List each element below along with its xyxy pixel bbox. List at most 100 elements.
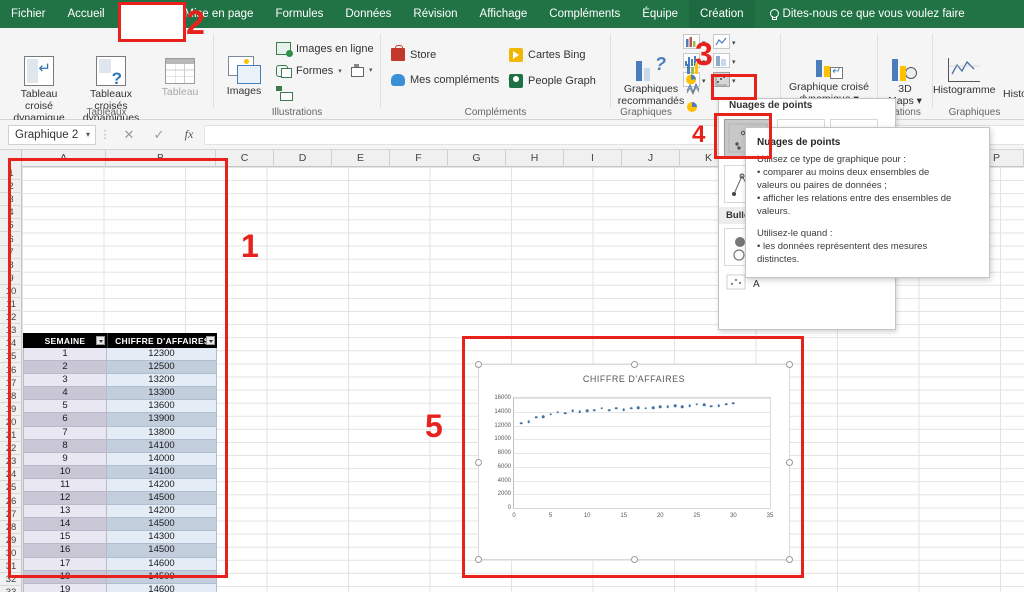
- table-header-semaine[interactable]: SEMAINE: [23, 333, 107, 348]
- row-header[interactable]: 7: [0, 246, 22, 259]
- line-chart-caret-icon[interactable]: ▾: [732, 39, 736, 47]
- screenshot-button[interactable]: ▾: [351, 64, 373, 77]
- tab-fichier[interactable]: Fichier: [0, 0, 57, 28]
- row-header[interactable]: 30: [0, 547, 22, 560]
- tab-equipe[interactable]: Équipe: [631, 0, 689, 28]
- row-header[interactable]: 10: [0, 285, 22, 298]
- table-cell-semaine[interactable]: 8: [23, 439, 107, 453]
- table-row[interactable]: 9 14000: [23, 452, 218, 466]
- table-cell-semaine[interactable]: 9: [23, 452, 107, 466]
- table-button[interactable]: Tableau: [152, 58, 208, 98]
- table-row[interactable]: 15 14300: [23, 531, 218, 545]
- row-header[interactable]: 25: [0, 481, 22, 495]
- resize-handle-w[interactable]: [475, 459, 482, 466]
- table-cell-ca[interactable]: 13800: [107, 426, 217, 440]
- table-cell-semaine[interactable]: 19: [23, 583, 107, 592]
- row-header[interactable]: 22: [0, 442, 22, 456]
- table-cell-semaine[interactable]: 11: [23, 478, 107, 493]
- table-row[interactable]: 13 14200: [23, 505, 218, 519]
- resize-handle-n[interactable]: [631, 361, 638, 368]
- column-header-F[interactable]: F: [390, 150, 448, 167]
- hierarchy-chart-caret-icon[interactable]: ▾: [732, 58, 736, 66]
- resize-handle-nw[interactable]: [475, 361, 482, 368]
- resize-handle-se[interactable]: [786, 556, 793, 563]
- tab-affichage[interactable]: Affichage: [469, 0, 539, 28]
- confirm-formula-button[interactable]: ✓: [144, 127, 174, 143]
- column-header-H[interactable]: H: [506, 150, 564, 167]
- table-cell-semaine[interactable]: 14: [23, 518, 107, 532]
- table-cell-ca[interactable]: 12500: [107, 361, 217, 375]
- table-row[interactable]: 4 13300: [23, 387, 218, 401]
- row-header[interactable]: 31: [0, 560, 22, 574]
- column-header-E[interactable]: E: [332, 150, 390, 167]
- table-cell-semaine[interactable]: 10: [23, 465, 107, 479]
- table-row[interactable]: 16 14500: [23, 544, 218, 558]
- table-cell-ca[interactable]: 13600: [107, 400, 217, 414]
- table-row[interactable]: 19 14600: [23, 583, 218, 592]
- table-header-ca[interactable]: CHIFFRE D'AFFAIRES: [107, 333, 217, 348]
- hierarchy-chart-icon[interactable]: [713, 53, 730, 68]
- table-cell-ca[interactable]: 14000: [107, 452, 217, 466]
- area-chart-icon[interactable]: [686, 81, 704, 100]
- table-cell-semaine[interactable]: 2: [23, 361, 107, 375]
- inserted-chart[interactable]: CHIFFRE D'AFFAIRES 0 2000 4000 6000 8000 1000…: [475, 361, 793, 563]
- tab-formules[interactable]: Formules: [264, 0, 334, 28]
- column-header-B[interactable]: B: [106, 150, 216, 167]
- table-cell-semaine[interactable]: 18: [23, 570, 107, 584]
- row-header[interactable]: 5: [0, 219, 22, 233]
- table-cell-ca[interactable]: 14200: [107, 478, 217, 493]
- table-cell-semaine[interactable]: 6: [23, 413, 107, 427]
- tab-accueil[interactable]: Accueil: [57, 0, 116, 28]
- table-cell-semaine[interactable]: 12: [23, 492, 107, 506]
- table-row[interactable]: 10 14100: [23, 465, 218, 479]
- tab-creation[interactable]: Création: [689, 0, 755, 28]
- row-header[interactable]: 1: [0, 167, 22, 181]
- row-header[interactable]: 11: [0, 298, 22, 312]
- table-row[interactable]: 6 13900: [23, 413, 218, 427]
- table-cell-semaine[interactable]: 4: [23, 387, 107, 401]
- row-header[interactable]: 15: [0, 350, 22, 364]
- scatter-chart-caret-icon[interactable]: ▾: [732, 77, 736, 85]
- name-box[interactable]: Graphique 2 ▾: [8, 124, 96, 145]
- table-row[interactable]: 3 13200: [23, 374, 218, 388]
- name-box-caret-icon[interactable]: ▾: [86, 130, 95, 139]
- table-cell-semaine[interactable]: 17: [23, 557, 107, 571]
- table-cell-semaine[interactable]: 7: [23, 426, 107, 440]
- pictures-button[interactable]: Images: [218, 56, 270, 97]
- table-cell-ca[interactable]: 14500: [107, 492, 217, 506]
- table-cell-ca[interactable]: 13200: [107, 374, 217, 388]
- shapes-caret-icon[interactable]: ▾: [338, 67, 342, 75]
- table-cell-ca[interactable]: 14500: [107, 544, 217, 558]
- table-cell-semaine[interactable]: 16: [23, 544, 107, 558]
- resize-handle-s[interactable]: [631, 556, 638, 563]
- resize-handle-sw[interactable]: [475, 556, 482, 563]
- row-header[interactable]: 4: [0, 206, 22, 220]
- store-button[interactable]: Store: [391, 45, 436, 61]
- table-cell-ca[interactable]: 13300: [107, 387, 217, 401]
- table-row[interactable]: 18 14500: [23, 570, 218, 584]
- table-cell-ca[interactable]: 14100: [107, 439, 217, 453]
- table-cell-ca[interactable]: 14600: [107, 583, 217, 592]
- row-header[interactable]: 9: [0, 272, 22, 285]
- online-pictures-button[interactable]: Images en ligne: [276, 42, 374, 57]
- people-graph-button[interactable]: People Graph: [509, 74, 596, 88]
- select-all-corner[interactable]: [0, 150, 22, 167]
- table-row[interactable]: 5 13600: [23, 400, 218, 414]
- row-header[interactable]: 29: [0, 534, 22, 547]
- combo-chart-icon[interactable]: [686, 100, 704, 119]
- shapes-button[interactable]: Formes ▾: [276, 64, 342, 78]
- table-cell-ca[interactable]: 14500: [107, 570, 217, 584]
- sparkline-column-button[interactable]: Histo: [995, 58, 1024, 100]
- table-row[interactable]: 14 14500: [23, 518, 218, 532]
- row-header[interactable]: 26: [0, 495, 22, 508]
- row-header[interactable]: 18: [0, 390, 22, 403]
- row-header[interactable]: 32: [0, 573, 22, 587]
- table-cell-semaine[interactable]: 1: [23, 348, 107, 362]
- table-cell-semaine[interactable]: 15: [23, 531, 107, 545]
- line-chart-icon[interactable]: [713, 34, 730, 49]
- table-cell-ca[interactable]: 14300: [107, 531, 217, 545]
- formula-bar-grip[interactable]: ⋮: [96, 128, 114, 141]
- filter-dropdown-ca-icon[interactable]: [206, 336, 215, 345]
- row-header[interactable]: 23: [0, 455, 22, 469]
- row-header[interactable]: 14: [0, 337, 22, 351]
